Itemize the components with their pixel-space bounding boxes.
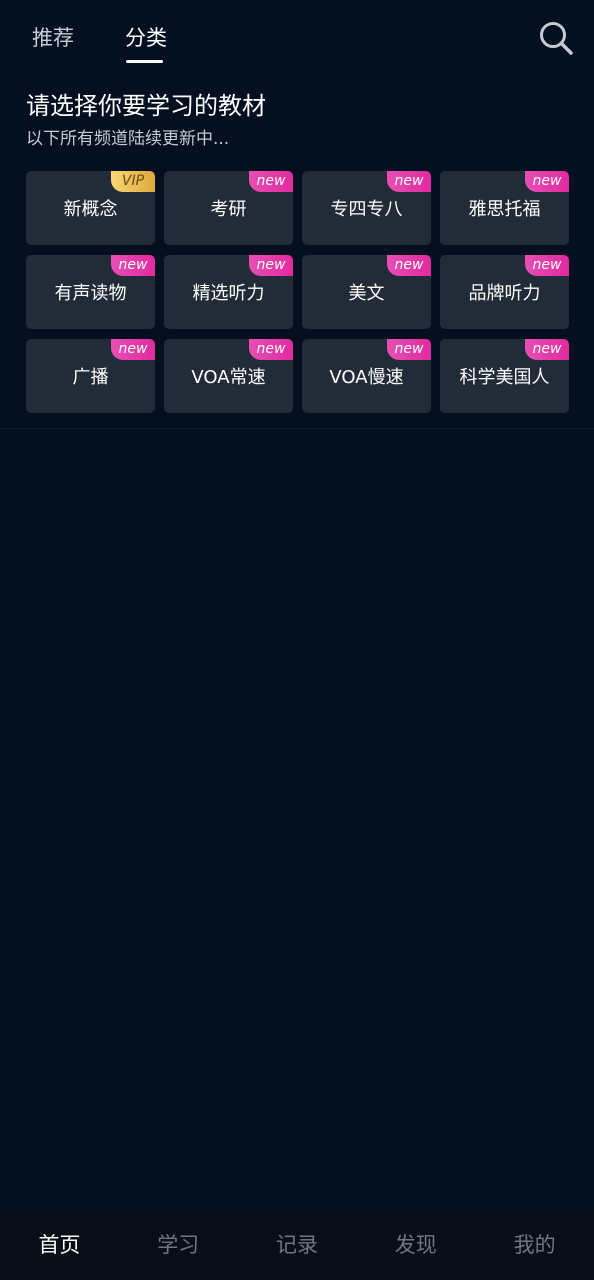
new-badge: new [249,171,293,192]
category-label: 广播 [72,367,109,388]
active-tab-indicator [126,60,163,63]
category-grid: 新概念 VIP 考研 new 专四专八 new 雅思托福 new 有声读物 ne… [26,171,569,413]
category-label: 雅思托福 [468,199,541,220]
category-label: 专四专八 [330,199,403,220]
nav-item-study[interactable]: 学习 [119,1210,238,1280]
category-label: VOA常速 [191,367,266,388]
category-label: 有声读物 [54,283,127,304]
nav-item-records[interactable]: 记录 [238,1210,357,1280]
nav-item-home[interactable]: 首页 [0,1210,119,1280]
category-label: 考研 [210,199,247,220]
section-divider [0,428,594,429]
tab-recommend[interactable]: 推荐 [32,22,74,52]
category-tile-postgraduate[interactable]: 考研 new [164,171,293,245]
new-badge: new [111,339,155,360]
category-tile-tem[interactable]: 专四专八 new [302,171,431,245]
new-badge: new [525,255,569,276]
category-tile-essays[interactable]: 美文 new [302,255,431,329]
category-tile-voa-slow[interactable]: VOA慢速 new [302,339,431,413]
top-bar: 推荐 分类 [0,0,594,72]
category-tile-radio[interactable]: 广播 new [26,339,155,413]
category-tile-scientific-american[interactable]: 科学美国人 new [440,339,569,413]
vip-badge: VIP [111,171,155,192]
category-label: VOA慢速 [329,367,404,388]
category-tile-voa-standard[interactable]: VOA常速 new [164,339,293,413]
search-button[interactable] [536,18,576,58]
category-tile-ielts-toefl[interactable]: 雅思托福 new [440,171,569,245]
new-badge: new [387,255,431,276]
new-badge: new [249,255,293,276]
category-tile-audiobooks[interactable]: 有声读物 new [26,255,155,329]
search-icon [540,22,573,55]
nav-item-profile[interactable]: 我的 [475,1210,594,1280]
category-tile-new-concept[interactable]: 新概念 VIP [26,171,155,245]
new-badge: new [387,339,431,360]
page-title: 请选择你要学习的教材 [26,92,266,120]
category-label: 科学美国人 [459,367,550,388]
page-subtitle: 以下所有频道陆续更新中... [26,129,230,149]
new-badge: new [525,171,569,192]
nav-item-discover[interactable]: 发现 [356,1210,475,1280]
category-tile-brand-listening[interactable]: 品牌听力 new [440,255,569,329]
category-tile-selected-listening[interactable]: 精选听力 new [164,255,293,329]
bottom-nav: 首页 学习 记录 发现 我的 [0,1210,594,1280]
category-label: 美文 [348,283,385,304]
new-badge: new [387,171,431,192]
category-label: 新概念 [63,199,118,220]
category-label: 品牌听力 [468,283,541,304]
new-badge: new [249,339,293,360]
tab-category[interactable]: 分类 [125,22,167,52]
new-badge: new [111,255,155,276]
new-badge: new [525,339,569,360]
category-label: 精选听力 [192,283,265,304]
